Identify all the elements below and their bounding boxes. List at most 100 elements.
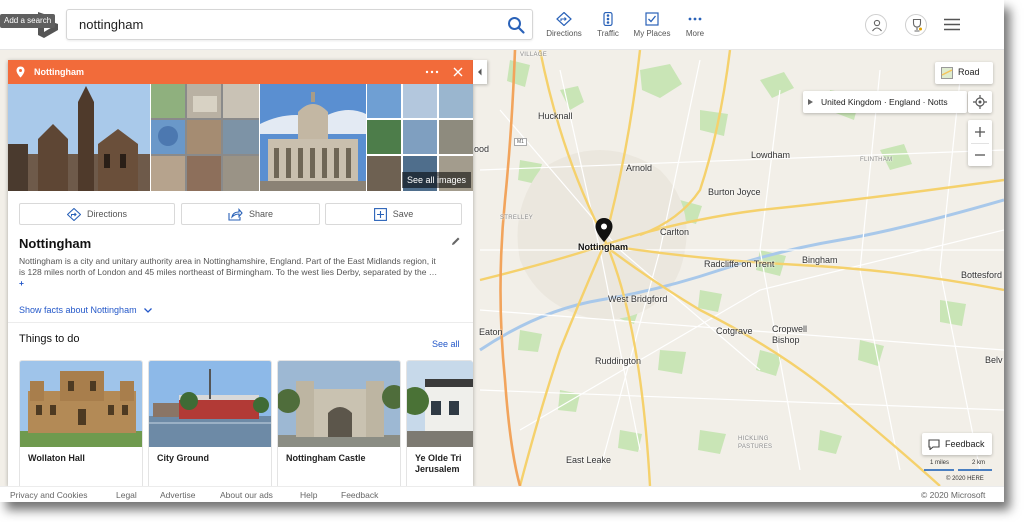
zoom-in-icon[interactable] [974,126,986,138]
gallery-photo[interactable] [151,84,259,191]
more-dots-icon [688,17,702,21]
speech-bubble-icon [928,439,940,450]
add-search-tooltip: Add a search [0,14,56,28]
map-district-label: HICKLING PASTURES [738,436,773,450]
location-breadcrumb[interactable]: United Kingdom · England · Notts [803,91,967,113]
map-place-label: Bingham [802,255,838,265]
directions-label: Directions [546,29,582,38]
collapse-panel-button[interactable] [473,60,487,84]
map-place-label: Lowdham [751,150,791,160]
photo-gallery[interactable]: See all images [8,84,473,191]
nottingham-castle-image [278,361,400,447]
panel-title: Nottingham [34,67,84,77]
panel-header: Nottingham [8,60,473,84]
things-to-do-heading: Things to do [19,333,80,345]
help-link[interactable]: Help [300,490,317,500]
attraction-photo [407,361,473,447]
gallery-photo[interactable] [260,84,366,191]
scale-bar-miles [924,469,954,471]
share-button-label: Share [248,209,274,219]
rewards-button[interactable] [905,14,927,36]
attraction-card[interactable]: Ye Olde Tri Jerusalem [406,360,473,486]
trophy-icon [912,18,922,32]
chevron-left-icon [478,68,482,76]
legal-link[interactable]: Legal [116,490,137,500]
wollaton-hall-image [20,361,142,447]
breadcrumb-text: United Kingdom · England · Notts [821,97,948,107]
map-place-label: Ruddington [595,356,642,366]
account-button[interactable] [865,14,887,36]
user-icon [872,19,882,32]
gallery-photo[interactable]: See all images [367,84,473,191]
expand-description-button[interactable]: + [19,278,24,288]
see-all-link[interactable]: See all [432,339,460,349]
search-input[interactable] [79,10,499,39]
map-place-label: Hucknall [538,111,573,121]
traffic-light-icon [603,12,613,26]
map-place-label: Cropwell Bishop [772,324,808,345]
map-feedback-button[interactable]: Feedback [922,433,992,455]
my-places-label: My Places [633,29,671,38]
chevron-right-icon [808,99,813,105]
attraction-card[interactable]: Wollaton Hall [19,360,143,486]
feedback-label: Feedback [945,439,985,449]
save-button[interactable]: Save [325,203,462,225]
attraction-photo [278,361,400,447]
share-icon [228,207,243,221]
map-place-label: Cotgrave [716,326,753,336]
zoom-divider [971,143,989,144]
ye-olde-trip-image [407,361,473,447]
attraction-photo [149,361,271,447]
advertise-link[interactable]: Advertise [160,490,195,500]
more-options-icon[interactable] [425,70,439,74]
footer-feedback-link[interactable]: Feedback [341,490,378,500]
map-place-label: Belv [985,355,1003,365]
map-district-label: STRELLEY [500,215,534,221]
map-place-label: East Leake [566,455,612,465]
see-all-images-button[interactable]: See all images [401,172,471,188]
map-place-label: Burton Joyce [708,187,761,197]
chevron-down-icon [144,308,153,314]
collage-photo-image [151,84,259,191]
about-ads-link[interactable]: About our ads [220,490,273,500]
map-district-label: FLINTHAM [860,157,893,163]
council-house-photo-image [260,84,366,191]
more-label: More [685,29,705,38]
search-icon[interactable] [506,15,526,35]
directions-button-label: Directions [86,209,127,219]
scale-bar-km [958,469,992,471]
map-thumbnail-icon [941,67,953,79]
show-facts-label: Show facts about Nottingham [19,305,137,315]
hamburger-menu-icon[interactable] [944,18,960,31]
directions-icon [556,12,572,26]
more-toolbar-button[interactable]: More [667,12,723,38]
pin-label: Nottingham [578,242,628,252]
attraction-name: Wollaton Hall [28,453,85,463]
attraction-card[interactable]: City Ground [148,360,272,486]
share-button[interactable]: Share [181,203,320,225]
privacy-cookies-link[interactable]: Privacy and Cookies [10,490,87,500]
scale-miles: 1 miles [930,460,950,466]
attraction-photo [20,361,142,447]
zoom-out-icon[interactable] [974,149,986,161]
my-places-icon [645,12,659,26]
close-icon[interactable] [453,67,463,77]
edit-pencil-icon[interactable] [451,236,461,246]
map-style-road-button[interactable]: Road [935,62,993,84]
scale-km: 2 km [972,460,986,466]
attraction-card[interactable]: Nottingham Castle [277,360,401,486]
show-facts-link[interactable]: Show facts about Nottingham [19,305,153,315]
map-place-label: Arnold [626,163,653,173]
map-place-label: Bottesford [961,270,1003,280]
attraction-name: Nottingham Castle [286,453,366,463]
directions-icon [66,207,81,221]
locate-me-button[interactable] [968,91,992,113]
road-label: Road [958,67,980,77]
location-pin-icon[interactable] [594,217,614,243]
attraction-name: Ye Olde Tri Jerusalem [415,453,462,474]
motorway-badge: M1 [514,138,527,146]
search-box[interactable] [66,9,533,40]
gallery-photo[interactable] [8,84,150,191]
panel-directions-button[interactable]: Directions [19,203,175,225]
map-scale: 1 miles 2 km [924,460,994,474]
